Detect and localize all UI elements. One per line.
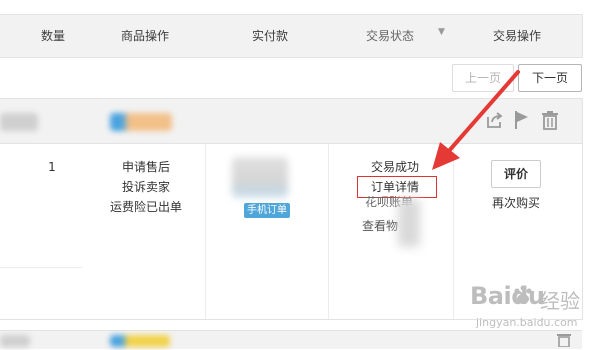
paw-icon <box>512 284 534 309</box>
column-status-filter[interactable]: 交易状态 <box>350 15 430 57</box>
column-paid: 实付款 <box>251 29 288 43</box>
next-shop-blurred <box>110 335 170 347</box>
chevron-down-icon[interactable]: ▼ <box>438 27 445 37</box>
watermark-brand-cn: 经验 <box>540 289 580 313</box>
apply-after-sale-link[interactable]: 申请售后 <box>100 158 192 176</box>
complain-seller-link[interactable]: 投诉卖家 <box>100 178 192 196</box>
paid-amount-blurred <box>232 157 288 197</box>
column-divider <box>328 144 329 319</box>
order-detail-highlight <box>357 176 437 198</box>
order-quantity: 1 <box>48 160 56 174</box>
red-arrow-annotation <box>432 70 520 170</box>
status-blurred <box>398 199 420 247</box>
item-divider <box>0 267 82 268</box>
column-item-actions: 商品操作 <box>120 29 169 43</box>
shipping-insurance-link[interactable]: 运费险已出单 <box>100 198 192 216</box>
order-table-header: 数量 商品操作 实付款 交易状态 ▼ 交易操作 <box>0 14 583 58</box>
baidu-jingyan-watermark: Baidu 经验 jingyan.baidu.com <box>470 282 600 338</box>
rebuy-link[interactable]: 再次购买 <box>484 194 548 212</box>
column-quantity: 数量 <box>40 29 65 43</box>
next-order-number-blurred <box>0 335 30 347</box>
shop-name-blurred <box>110 113 172 131</box>
mobile-order-badge: 手机订单 <box>244 203 290 218</box>
order-number-blurred <box>0 113 38 131</box>
trash-icon[interactable] <box>540 110 560 133</box>
view-logistics-link[interactable]: 查看物流 <box>360 219 400 233</box>
column-divider <box>205 144 206 319</box>
watermark-url: jingyan.baidu.com <box>476 316 578 329</box>
column-trade-actions: 交易操作 <box>492 29 541 43</box>
